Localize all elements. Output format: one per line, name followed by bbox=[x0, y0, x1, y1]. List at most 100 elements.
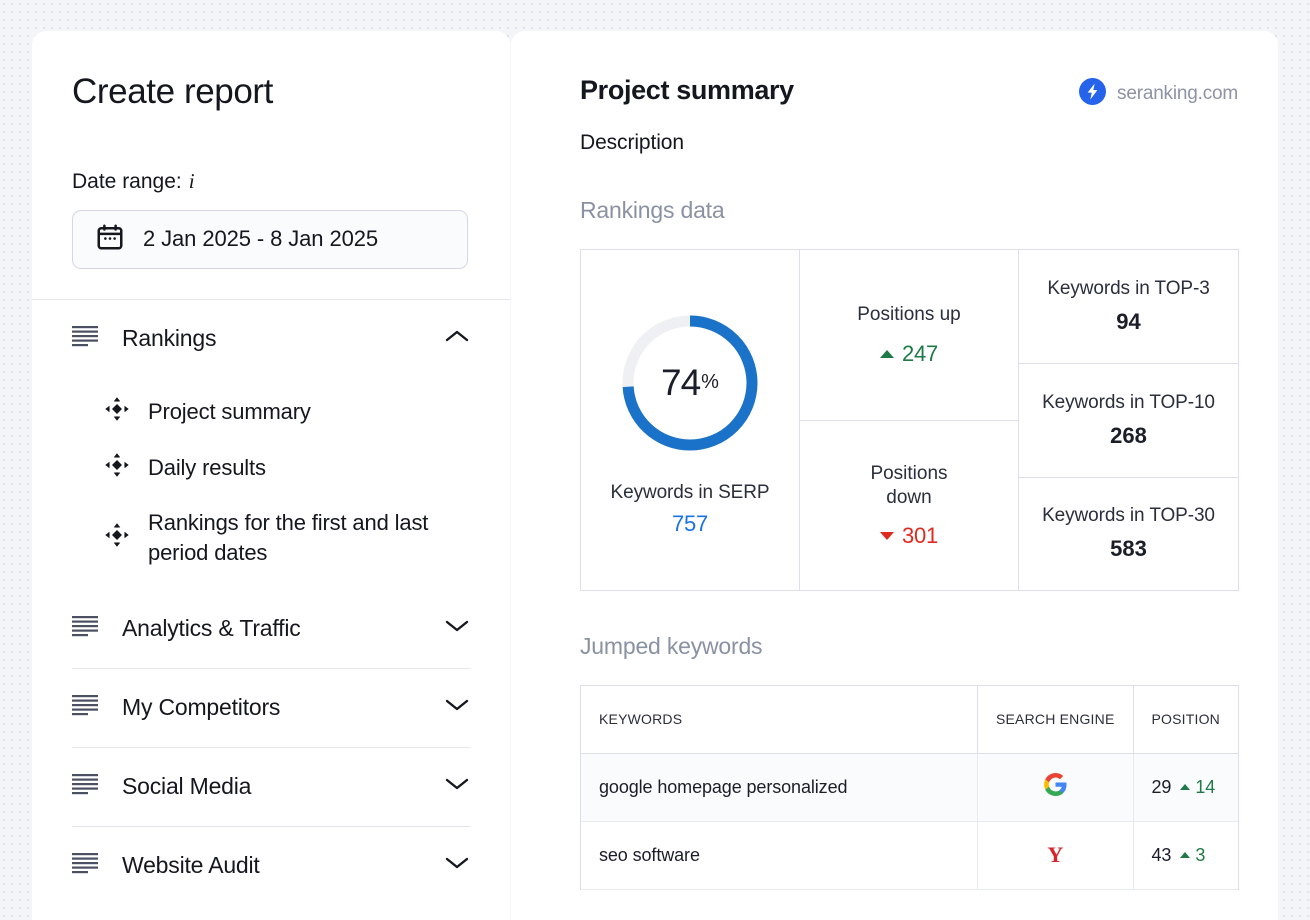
chevron-down-icon[interactable] bbox=[444, 618, 470, 639]
list-lines-icon bbox=[72, 852, 100, 879]
report-builder-app: Create report Date range: i 2 Jan 2 bbox=[0, 0, 1310, 920]
keywords-top10-label: Keywords in TOP-10 bbox=[1042, 392, 1215, 414]
google-icon bbox=[1044, 780, 1067, 800]
serp-donut-chart: 74% bbox=[615, 308, 765, 458]
sidebar-item-analytics-traffic[interactable]: Analytics & Traffic bbox=[32, 590, 510, 668]
nav-group-website-audit: Website Audit bbox=[32, 827, 510, 905]
keywords-in-serp-total[interactable]: 757 bbox=[672, 511, 708, 537]
sidebar-item-label: Rankings bbox=[122, 325, 444, 352]
chevron-down-icon[interactable] bbox=[444, 776, 470, 797]
jumped-keywords-table: KEYWORDS SEARCH ENGINE POSITION google h… bbox=[581, 686, 1238, 890]
move-arrows-icon[interactable] bbox=[104, 452, 130, 483]
keywords-top30-label: Keywords in TOP-30 bbox=[1042, 505, 1215, 527]
preview-header: Project summary seranking.com bbox=[580, 75, 1238, 110]
keywords-top3-label: Keywords in TOP-3 bbox=[1047, 278, 1209, 300]
positions-down-label: Positions down bbox=[849, 462, 969, 511]
table-row[interactable]: seo software Y 43 3 bbox=[581, 821, 1238, 889]
donut-percent-value: 74 bbox=[661, 362, 700, 404]
info-icon[interactable]: i bbox=[189, 169, 195, 194]
column-header-keywords[interactable]: KEYWORDS bbox=[581, 686, 977, 753]
yahoo-icon: Y bbox=[1047, 844, 1063, 866]
section-title-jumped-keywords: Jumped keywords bbox=[580, 633, 1238, 660]
sidebar-item-label: Website Audit bbox=[122, 852, 444, 879]
keywords-top3-card: Keywords in TOP-3 94 bbox=[1019, 250, 1238, 363]
sidebar-item-label: Social Media bbox=[122, 773, 444, 800]
positions-down-value-row: 301 bbox=[880, 523, 938, 549]
list-lines-icon bbox=[72, 694, 100, 721]
sidebar-item-my-competitors[interactable]: My Competitors bbox=[32, 669, 510, 747]
sidebar-panel: Create report Date range: i 2 Jan 2 bbox=[32, 31, 510, 920]
sidebar-subitem-label: Rankings for the first and last period d… bbox=[148, 508, 448, 566]
triangle-up-icon bbox=[1180, 784, 1190, 790]
report-preview-panel: Project summary seranking.com Descriptio… bbox=[511, 31, 1278, 920]
date-range-label: Date range: bbox=[72, 170, 182, 194]
sidebar-subitem-label: Daily results bbox=[148, 453, 266, 482]
triangle-up-icon bbox=[1180, 852, 1190, 858]
list-lines-icon bbox=[72, 325, 100, 352]
nav-group-competitors: My Competitors bbox=[32, 669, 510, 748]
cell-position: 29 14 bbox=[1133, 753, 1238, 821]
positions-down-card: Positions down 301 bbox=[800, 420, 1018, 590]
chevron-down-icon[interactable] bbox=[444, 697, 470, 718]
table-head: KEYWORDS SEARCH ENGINE POSITION bbox=[581, 686, 1238, 753]
jumped-keywords-table-wrap: KEYWORDS SEARCH ENGINE POSITION google h… bbox=[580, 685, 1239, 890]
keywords-top10-value: 268 bbox=[1110, 423, 1147, 449]
seranking-bolt-logo-icon bbox=[1079, 78, 1106, 110]
cell-position: 43 3 bbox=[1133, 821, 1238, 889]
keywords-top30-value: 583 bbox=[1110, 536, 1147, 562]
date-range-label-row: Date range: i bbox=[72, 169, 470, 194]
sidebar-item-daily-results[interactable]: Daily results bbox=[32, 440, 510, 496]
keywords-in-serp-card: 74% Keywords in SERP 757 bbox=[581, 250, 800, 590]
position-delta-value: 3 bbox=[1195, 845, 1205, 866]
sidebar-item-social-media[interactable]: Social Media bbox=[32, 748, 510, 826]
nav-group-analytics: Analytics & Traffic bbox=[32, 590, 510, 669]
triangle-down-icon bbox=[880, 532, 894, 540]
keywords-top3-value: 94 bbox=[1116, 309, 1140, 335]
subnav-rankings: Project summary Daily re bbox=[32, 378, 510, 590]
preview-title: Project summary bbox=[580, 75, 794, 106]
table-header-row: KEYWORDS SEARCH ENGINE POSITION bbox=[581, 686, 1238, 753]
positions-up-value: 247 bbox=[902, 341, 938, 367]
nav-group-social-media: Social Media bbox=[32, 748, 510, 827]
positions-up-card: Positions up 247 bbox=[800, 250, 1018, 420]
cell-search-engine: Y bbox=[977, 821, 1133, 889]
brand-domain: seranking.com bbox=[1117, 83, 1238, 105]
list-lines-icon bbox=[72, 773, 100, 800]
cell-search-engine bbox=[977, 753, 1133, 821]
sidebar-item-label: Analytics & Traffic bbox=[122, 615, 444, 642]
table-row[interactable]: google homepage personalized bbox=[581, 753, 1238, 821]
positions-down-value: 301 bbox=[902, 523, 938, 549]
move-arrows-icon[interactable] bbox=[104, 522, 130, 553]
date-range-input[interactable]: 2 Jan 2025 - 8 Jan 2025 bbox=[72, 210, 468, 269]
column-header-search-engine[interactable]: SEARCH ENGINE bbox=[977, 686, 1133, 753]
positions-up-label: Positions up bbox=[857, 303, 961, 327]
sidebar-item-project-summary[interactable]: Project summary bbox=[32, 384, 510, 440]
table-body: google homepage personalized bbox=[581, 753, 1238, 889]
sidebar-item-website-audit[interactable]: Website Audit bbox=[32, 827, 510, 905]
keywords-top10-card: Keywords in TOP-10 268 bbox=[1019, 363, 1238, 476]
chevron-up-icon[interactable] bbox=[444, 328, 470, 349]
list-lines-icon bbox=[72, 615, 100, 642]
donut-percent-unit: % bbox=[701, 371, 719, 394]
brand-badge: seranking.com bbox=[1079, 78, 1238, 110]
chevron-down-icon[interactable] bbox=[444, 855, 470, 876]
donut-caption: Keywords in SERP bbox=[611, 482, 770, 504]
position-delta-value: 14 bbox=[1195, 777, 1215, 798]
section-title-rankings-data: Rankings data bbox=[580, 197, 1238, 224]
move-arrows-icon[interactable] bbox=[104, 396, 130, 427]
sidebar-item-rankings-first-last[interactable]: Rankings for the first and last period d… bbox=[32, 496, 510, 580]
column-header-position[interactable]: POSITION bbox=[1133, 686, 1238, 753]
keywords-top30-card: Keywords in TOP-30 583 bbox=[1019, 477, 1238, 590]
date-range-value: 2 Jan 2025 - 8 Jan 2025 bbox=[143, 226, 378, 252]
positions-column: Positions up 247 Positions down 301 bbox=[800, 250, 1019, 590]
sidebar-header: Create report Date range: i 2 Jan 2 bbox=[32, 31, 510, 300]
rankings-stats-grid: 74% Keywords in SERP 757 Positions up 24… bbox=[580, 249, 1239, 591]
sidebar-item-label: My Competitors bbox=[122, 694, 444, 721]
sidebar-item-rankings[interactable]: Rankings bbox=[32, 300, 510, 378]
top-positions-column: Keywords in TOP-3 94 Keywords in TOP-10 … bbox=[1019, 250, 1238, 590]
donut-center-label: 74% bbox=[615, 308, 765, 458]
triangle-up-icon bbox=[880, 350, 894, 358]
position-value: 29 bbox=[1152, 777, 1172, 798]
report-sections-nav: Rankings bbox=[32, 300, 510, 905]
page-title: Create report bbox=[72, 73, 470, 112]
